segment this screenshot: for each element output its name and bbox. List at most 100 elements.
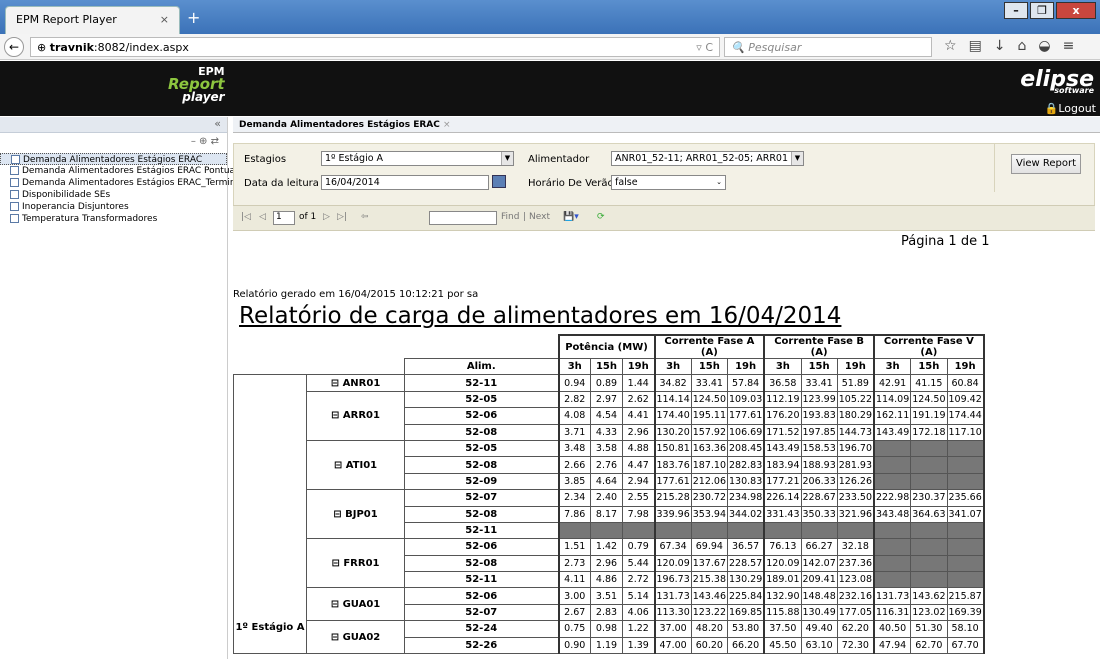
first-page-icon[interactable]: |◁ xyxy=(241,212,251,222)
report-tab-close-icon[interactable]: × xyxy=(443,120,451,130)
restore-icon[interactable]: ❐ xyxy=(1030,2,1054,19)
value-cell xyxy=(557,521,591,540)
value-cell: 142.07 xyxy=(800,554,838,573)
close-window-icon[interactable]: x xyxy=(1056,2,1096,19)
tab-title: EPM Report Player xyxy=(16,13,117,26)
value-cell: 4.41 xyxy=(622,407,655,425)
menu-icon[interactable]: ≡ xyxy=(1063,38,1075,54)
sidebar-item-report[interactable]: Demanda Alimentadores Estágios ERAC_Term… xyxy=(0,177,249,189)
bookmark-star-icon[interactable]: ☆ xyxy=(944,38,957,54)
report-icon xyxy=(10,214,19,223)
home-icon[interactable]: ⌂ xyxy=(1018,38,1027,54)
minimize-icon[interactable]: – xyxy=(1004,2,1028,19)
alim-header: Alim. xyxy=(404,357,559,376)
sidebar-tools[interactable]: – ⊕ ⇄ xyxy=(0,133,227,153)
value-cell: 163.36 xyxy=(690,439,729,458)
value-cell: 143.49 xyxy=(763,439,802,458)
data-label: Data da leitura xyxy=(244,178,319,189)
chevron-down-icon: ▼ xyxy=(501,152,513,165)
sidebar-item-report[interactable]: Demanda Alimentadores Estágios ERAC Pont… xyxy=(0,165,238,177)
value-cell xyxy=(836,521,875,540)
value-cell: 1.22 xyxy=(622,620,655,638)
value-cell: 2.34 xyxy=(557,489,591,507)
value-cell: 0.79 xyxy=(622,538,655,556)
data-field[interactable]: 16/04/2014 xyxy=(321,175,489,190)
download-icon[interactable]: ↓ xyxy=(994,38,1006,54)
browser-tab[interactable]: EPM Report Player × xyxy=(5,6,180,34)
value-cell: 132.90 xyxy=(763,587,802,605)
tab-close-icon[interactable]: × xyxy=(160,13,169,26)
alim-cell: 52-08 xyxy=(404,505,559,523)
find-link[interactable]: Find xyxy=(501,212,519,222)
sidebar-item-label: Demanda Alimentadores Estágios ERAC Pont… xyxy=(22,166,238,176)
value-cell: 183.94 xyxy=(763,456,802,474)
sidebar-item-report[interactable]: Demanda Alimentadores Estágios ERAC xyxy=(0,153,227,165)
estagios-select[interactable]: 1º Estágio A ▼ xyxy=(321,151,514,166)
value-cell: 228.57 xyxy=(727,554,765,573)
back-icon[interactable]: ← xyxy=(4,37,24,57)
report-tab[interactable]: Demanda Alimentadores Estágios ERAC × xyxy=(233,117,1100,133)
value-cell: 109.42 xyxy=(946,390,985,409)
next-page-icon[interactable]: ▷ xyxy=(323,212,330,222)
value-cell: 105.22 xyxy=(836,390,875,409)
value-cell: 3.00 xyxy=(557,587,591,605)
back-to-parent-icon[interactable]: ⇦ xyxy=(361,212,369,222)
value-cell: 76.13 xyxy=(763,538,802,556)
value-cell: 53.80 xyxy=(727,620,765,638)
search-input[interactable]: 🔍 Pesquisar xyxy=(724,37,932,57)
export-icon[interactable]: 💾▾ xyxy=(563,212,579,222)
report-icon xyxy=(10,166,19,175)
reading-list-icon[interactable]: ▤ xyxy=(969,38,982,54)
find-next-link[interactable]: Next xyxy=(529,212,550,222)
reload-icon[interactable]: ▿ C xyxy=(696,41,713,54)
refresh-icon[interactable]: ⟳ xyxy=(597,212,605,222)
value-cell: 172.18 xyxy=(910,423,948,441)
calendar-icon[interactable] xyxy=(492,175,506,188)
sidebar-item-report[interactable]: Temperatura Transformadores xyxy=(0,213,227,225)
value-cell: 176.20 xyxy=(763,407,802,425)
find-input[interactable] xyxy=(429,211,497,225)
value-cell: 169.39 xyxy=(946,603,985,622)
value-cell: 183.76 xyxy=(653,456,692,474)
value-cell: 2.73 xyxy=(557,554,591,573)
alim-cell: 52-06 xyxy=(404,538,559,556)
value-cell: 114.14 xyxy=(653,390,692,409)
value-cell: 215.38 xyxy=(690,571,729,589)
sidebar-collapse-icon[interactable]: « xyxy=(0,117,227,133)
prev-page-icon[interactable]: ◁ xyxy=(259,212,266,222)
alimentador-select[interactable]: ANR01_52-11; ARR01_52-05; ARR01 ▼ xyxy=(611,151,804,166)
sidebar-item-label: Disponibilidade SEs xyxy=(22,190,111,200)
value-cell: 32.18 xyxy=(836,538,875,556)
value-cell: 177.21 xyxy=(763,472,802,491)
last-page-icon[interactable]: ▷| xyxy=(337,212,347,222)
value-cell: 143.62 xyxy=(910,587,948,605)
value-cell xyxy=(873,456,912,474)
sidebar-item-report[interactable]: Disponibilidade SEs xyxy=(0,189,227,201)
browser-window: EPM Report Player × + – ❐ x ← ⊕ travnik:… xyxy=(0,0,1100,659)
page-of: of 1 xyxy=(299,212,317,222)
view-report-button[interactable]: View Report xyxy=(1011,154,1081,174)
alim-cell: 52-11 xyxy=(404,521,559,540)
report-icon xyxy=(10,190,19,199)
value-cell xyxy=(946,521,985,540)
report-icon xyxy=(10,202,19,211)
page-input[interactable]: 1 xyxy=(273,211,295,225)
data-value: 16/04/2014 xyxy=(325,177,380,188)
value-cell: 350.33 xyxy=(800,505,838,523)
pocket-icon[interactable]: ◒ xyxy=(1038,38,1050,54)
alim-cell: 52-07 xyxy=(404,603,559,622)
horario-select[interactable]: false ⌄ xyxy=(611,175,726,190)
value-cell: 57.84 xyxy=(727,374,765,392)
report-title: Relatório de carga de alimentadores em 1… xyxy=(239,303,842,329)
sidebar-item-report[interactable]: Inoperancia Disjuntores xyxy=(0,201,227,213)
logout-link[interactable]: 🔒Logout xyxy=(1045,102,1096,115)
value-cell: 174.40 xyxy=(653,407,692,425)
new-tab-icon[interactable]: + xyxy=(187,8,200,27)
value-cell xyxy=(946,439,985,458)
url-bar[interactable]: ⊕ travnik:8082/index.aspx ▿ C xyxy=(30,37,720,57)
value-cell xyxy=(800,521,838,540)
group-header: Potência (MW) xyxy=(557,334,655,359)
value-cell: 2.97 xyxy=(590,390,623,409)
value-cell: 123.22 xyxy=(690,603,729,622)
value-cell: 69.94 xyxy=(690,538,729,556)
